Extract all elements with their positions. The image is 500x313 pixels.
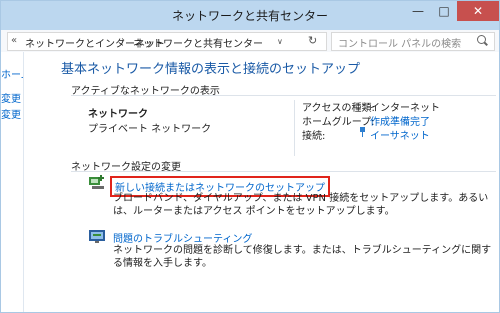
maximize-button[interactable]: □ <box>431 1 457 21</box>
ethernet-icon <box>360 127 365 137</box>
column-divider <box>294 100 295 156</box>
left-nav-change-1[interactable]: 変更 <box>1 90 21 105</box>
minimize-button[interactable]: — <box>405 1 431 21</box>
troubleshoot-icon <box>89 230 105 243</box>
title-bar[interactable]: ネットワークと共有センター — □ ✕ <box>1 1 499 30</box>
ethernet-link[interactable]: イーサネット <box>370 127 430 142</box>
troubleshoot-description: ネットワークの問題を診断して修復します。または、トラブルシューティングに関する情… <box>113 245 492 269</box>
left-nav-pane: ホーム 変更 変更 <box>1 52 24 312</box>
close-button[interactable]: ✕ <box>457 1 499 21</box>
section-divider <box>71 171 496 172</box>
search-icon[interactable] <box>477 35 486 44</box>
search-input[interactable]: コントロール パネルの検索 <box>331 32 495 51</box>
homegroup-link[interactable]: 作成準備完了 <box>370 113 430 128</box>
left-nav-change-2[interactable]: 変更 <box>1 106 21 121</box>
breadcrumb-overflow-icon[interactable]: « <box>11 35 17 46</box>
breadcrumb-separator-icon[interactable]: › <box>121 35 125 46</box>
refresh-icon[interactable]: ↻ <box>308 34 317 47</box>
section-divider <box>71 95 496 96</box>
left-nav-home[interactable]: ホーム <box>1 66 23 81</box>
access-type-value: インターネット <box>370 103 440 114</box>
troubleshoot-link[interactable]: 問題のトラブルシューティング <box>113 230 252 245</box>
address-dropdown-icon[interactable]: ∨ <box>277 37 283 46</box>
network-category: プライベート ネットワーク <box>88 124 212 135</box>
connections-label: 接続: <box>302 131 326 142</box>
new-connection-icon <box>89 175 104 189</box>
main-content: 基本ネットワーク情報の表示と接続のセットアップ アクティブなネットワークの表示 … <box>24 52 499 312</box>
control-panel-window: ネットワークと共有センター — □ ✕ « ネットワークとインターネット › ネ… <box>0 0 500 313</box>
network-name: ネットワーク <box>88 109 148 120</box>
page-title: 基本ネットワーク情報の表示と接続のセットアップ <box>61 62 361 77</box>
address-bar[interactable]: « ネットワークとインターネット › ネットワークと共有センター ∨ ↻ <box>7 32 327 51</box>
navigation-bar: « ネットワークとインターネット › ネットワークと共有センター ∨ ↻ コント… <box>1 30 499 52</box>
breadcrumb-sharing-center[interactable]: ネットワークと共有センター <box>133 35 263 50</box>
setup-new-connection-description: ブロードバンド、ダイヤルアップ、または VPN 接続をセットアップします。あるい… <box>113 193 489 217</box>
homegroup-label: ホームグループ: <box>302 117 375 128</box>
access-type-label: アクセスの種類: <box>302 103 375 114</box>
search-placeholder: コントロール パネルの検索 <box>338 39 462 50</box>
